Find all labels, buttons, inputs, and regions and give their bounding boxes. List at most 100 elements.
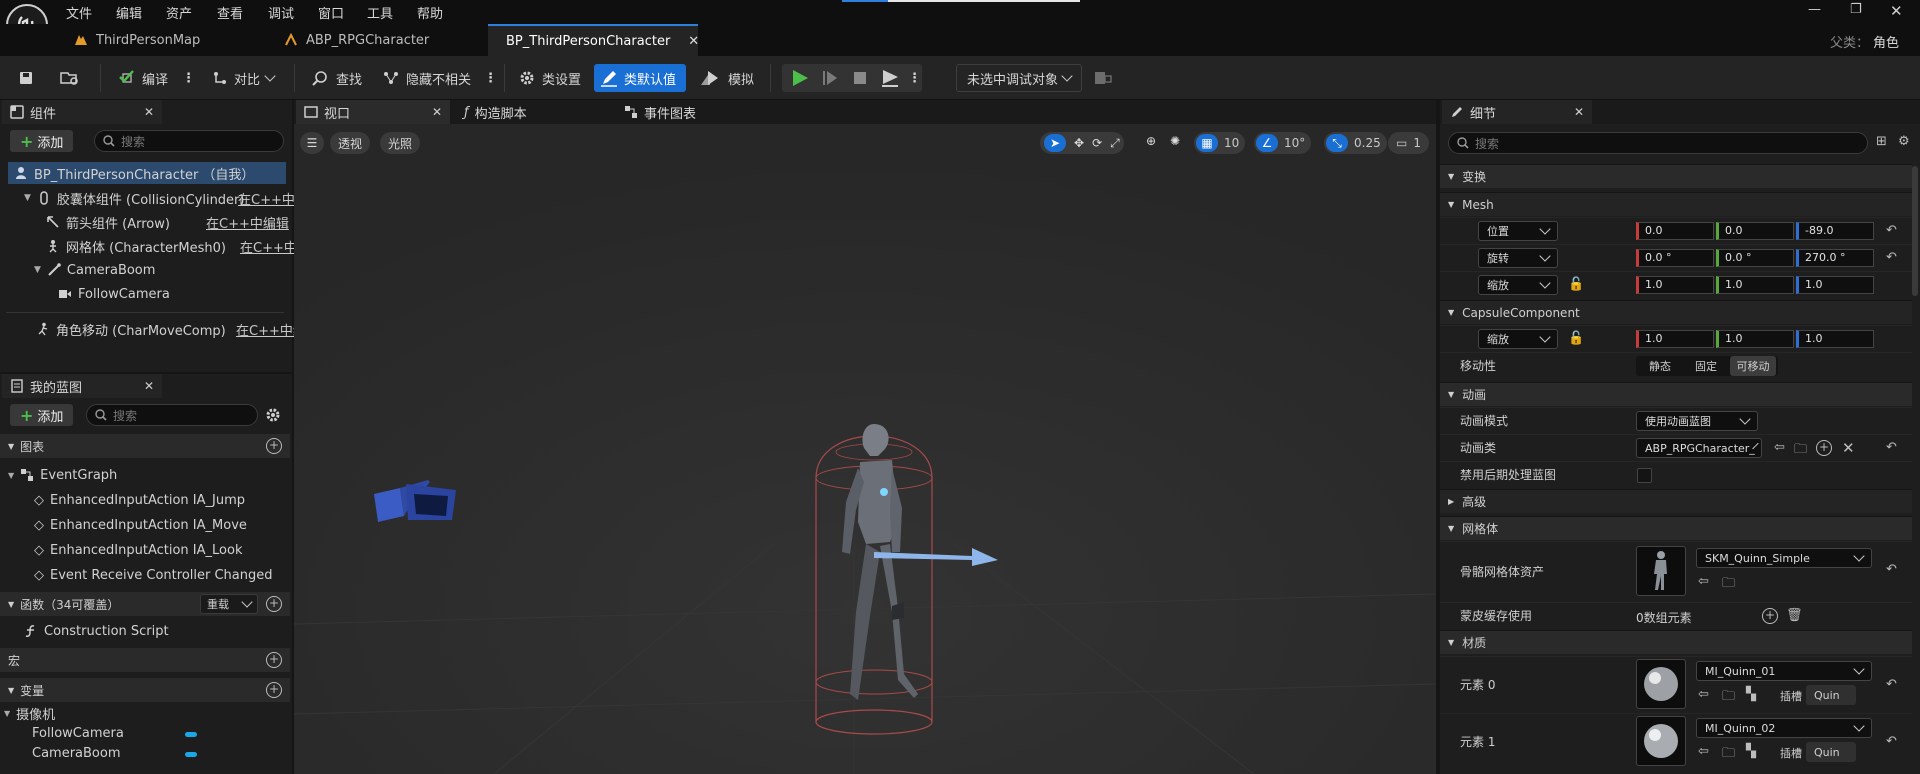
character-mesh-preview[interactable] xyxy=(794,412,994,742)
reset-to-default-icon[interactable]: ↶ xyxy=(1886,734,1897,749)
material-1-thumbnail[interactable] xyxy=(1636,716,1686,766)
scale-y-field[interactable]: 1.0 xyxy=(1716,275,1794,294)
use-selected-icon[interactable]: ⇦ xyxy=(1698,574,1709,589)
component-cameraboom[interactable]: ▼ CameraBoom xyxy=(34,259,324,281)
slot-name-field[interactable]: Quin xyxy=(1806,742,1856,762)
browse-asset-icon[interactable]: 🗀 xyxy=(1722,574,1735,596)
scale-dropdown[interactable]: 缩放 xyxy=(1478,274,1558,295)
event-item[interactable]: ◇ EnhancedInputAction IA_Jump xyxy=(34,489,324,511)
rotate-icon[interactable]: ⟳ xyxy=(1092,136,1102,150)
debug-target-dropdown[interactable]: 未选中调试对象 xyxy=(956,64,1082,92)
compile-button[interactable]: 编译 xyxy=(112,64,174,92)
menu-help[interactable]: 帮助 xyxy=(417,3,443,22)
material-1-dropdown[interactable]: MI_Quinn_02 xyxy=(1696,718,1872,738)
override-dropdown[interactable]: 重载 xyxy=(200,594,258,614)
components-search-input[interactable]: 搜索 xyxy=(94,130,284,152)
reset-to-default-icon[interactable]: ↶ xyxy=(1886,677,1897,692)
perspective-button[interactable]: 透视 xyxy=(330,132,371,154)
settings-gear-icon[interactable]: ⚙ xyxy=(1898,134,1910,149)
event-graph-item[interactable]: ▼ EventGraph xyxy=(8,464,298,486)
menu-tools[interactable]: 工具 xyxy=(367,3,393,22)
viewport-menu-icon[interactable]: ☰ xyxy=(300,132,324,154)
menu-edit[interactable]: 编辑 xyxy=(116,3,142,22)
browse-button[interactable] xyxy=(54,64,86,92)
rotation-snap-toggle[interactable]: ∠ 10° xyxy=(1254,132,1312,154)
mobility-stationary[interactable]: 固定 xyxy=(1684,356,1728,376)
add-element-icon[interactable]: + xyxy=(1762,608,1778,624)
material-0-thumbnail[interactable] xyxy=(1636,659,1686,709)
material-options-icon[interactable]: ▚ xyxy=(1746,744,1756,759)
scale-snap-toggle[interactable]: ⤡ 0.25 xyxy=(1324,132,1387,154)
trash-icon[interactable]: 🗑 xyxy=(1786,608,1803,623)
location-x-field[interactable]: 0.0 xyxy=(1636,221,1714,240)
details-scrollbar[interactable] xyxy=(1912,166,1918,296)
debug-actor-button[interactable] xyxy=(1088,64,1118,92)
location-dropdown[interactable]: 位置 xyxy=(1478,220,1558,241)
level-viewport[interactable]: ☰ 透视 光照 ➤ ✥ ⟳ ⤢ ⊕ ✺ ▦ 10 ∠ 10° ⤡ 0.25 ▭ … xyxy=(294,124,1436,774)
class-settings-button[interactable]: 类设置 xyxy=(512,64,587,92)
tab-event-graph[interactable]: 事件图表 xyxy=(616,100,770,124)
menu-window[interactable]: 窗口 xyxy=(318,3,344,22)
add-graph-icon[interactable]: + xyxy=(266,438,282,454)
mobility-movable[interactable]: 可移动 xyxy=(1730,356,1776,376)
translate-icon[interactable]: ✥ xyxy=(1074,136,1084,150)
scale-z-field[interactable]: 1.0 xyxy=(1796,275,1874,294)
rotation-dropdown[interactable]: 旋转 xyxy=(1478,247,1558,268)
diff-button[interactable]: 对比 xyxy=(206,64,280,92)
hide-unrelated-button[interactable]: 隐藏不相关 xyxy=(376,64,477,92)
rotation-z-field[interactable]: 270.0 ° xyxy=(1796,248,1874,267)
component-root[interactable]: BP_ThirdPersonCharacter （自我） xyxy=(8,162,286,184)
construction-script-item[interactable]: Construction Script xyxy=(24,620,314,642)
edit-in-cpp-link[interactable]: 在C++中编辑 xyxy=(206,213,289,232)
category-transform[interactable]: ▼ 变换 xyxy=(1440,164,1912,188)
mobility-static[interactable]: 静态 xyxy=(1638,356,1682,376)
component-arrow[interactable]: 箭头组件 (Arrow) 在C++中编辑 xyxy=(46,211,336,233)
select-icon[interactable]: ➤ xyxy=(1044,134,1066,152)
reset-to-default-icon[interactable]: ↶ xyxy=(1886,250,1897,265)
close-tab-icon[interactable]: ✕ xyxy=(432,105,442,119)
event-item[interactable]: ◇ EnhancedInputAction IA_Look xyxy=(34,539,324,561)
browse-asset-icon[interactable]: 🗀 xyxy=(1722,744,1735,766)
location-z-field[interactable]: -89.0 xyxy=(1796,221,1874,240)
compile-options-icon[interactable]: ⋮ xyxy=(176,64,201,92)
frame-skip-button[interactable] xyxy=(816,64,844,92)
edit-in-cpp-link[interactable]: 在C++中 xyxy=(238,189,295,208)
category-animation[interactable]: ▼ 动画 xyxy=(1440,382,1912,406)
details-tab[interactable]: 细节 ✕ xyxy=(1442,100,1592,124)
event-item[interactable]: ◇ Event Receive Controller Changed xyxy=(34,564,324,586)
tab-viewport[interactable]: 视口 ✕ xyxy=(296,100,450,124)
stop-button[interactable] xyxy=(846,64,874,92)
property-matrix-icon[interactable]: ⊞ xyxy=(1876,134,1887,149)
save-button[interactable] xyxy=(12,64,40,92)
play-options-icon[interactable]: ⋮ xyxy=(902,64,927,92)
class-defaults-button[interactable]: 类默认值 xyxy=(594,64,686,92)
menu-file[interactable]: 文件 xyxy=(66,3,92,22)
menu-view[interactable]: 查看 xyxy=(217,3,243,22)
capsule-scale-z-field[interactable]: 1.0 xyxy=(1796,329,1874,348)
use-selected-icon[interactable]: ⇦ xyxy=(1774,440,1785,455)
hide-options-icon[interactable]: ⋮ xyxy=(478,64,503,92)
skeletal-mesh-dropdown[interactable]: SKM_Quinn_Simple xyxy=(1696,548,1872,568)
close-window-icon[interactable]: ✕ xyxy=(1890,2,1903,20)
coordinate-space-icon[interactable]: ⊕ xyxy=(1146,134,1156,148)
category-mesh[interactable]: ▼ 网格体 xyxy=(1440,516,1912,540)
surface-snap-icon[interactable]: ✺ xyxy=(1170,134,1180,148)
scale-x-field[interactable]: 1.0 xyxy=(1636,275,1714,294)
components-tab[interactable]: 组件 ✕ xyxy=(2,100,162,124)
reset-to-default-icon[interactable]: ↶ xyxy=(1886,223,1897,238)
category-advanced[interactable]: ▶ 高级 xyxy=(1440,489,1912,513)
functions-section[interactable]: ▼ 函数（34可覆盖） 重载 + xyxy=(0,592,290,616)
add-member-button[interactable]: + 添加 xyxy=(10,404,74,426)
material-0-dropdown[interactable]: MI_Quinn_01 xyxy=(1696,661,1872,681)
add-icon[interactable]: + xyxy=(1816,440,1832,456)
close-tab-icon[interactable]: ✕ xyxy=(144,379,154,393)
subcategory-capsule[interactable]: ▼ CapsuleComponent xyxy=(1440,300,1912,324)
close-tab-icon[interactable]: ✕ xyxy=(144,105,154,119)
variable-item[interactable]: FollowCamera xyxy=(32,724,322,742)
rotation-y-field[interactable]: 0.0 ° xyxy=(1716,248,1794,267)
close-tab-icon[interactable]: ✕ xyxy=(1574,105,1584,119)
material-options-icon[interactable]: ▚ xyxy=(1746,687,1756,702)
reset-to-default-icon[interactable]: ↶ xyxy=(1886,562,1897,577)
clear-icon[interactable]: ✕ xyxy=(1842,439,1855,457)
subcategory-mesh[interactable]: ▼ Mesh xyxy=(1440,192,1912,216)
